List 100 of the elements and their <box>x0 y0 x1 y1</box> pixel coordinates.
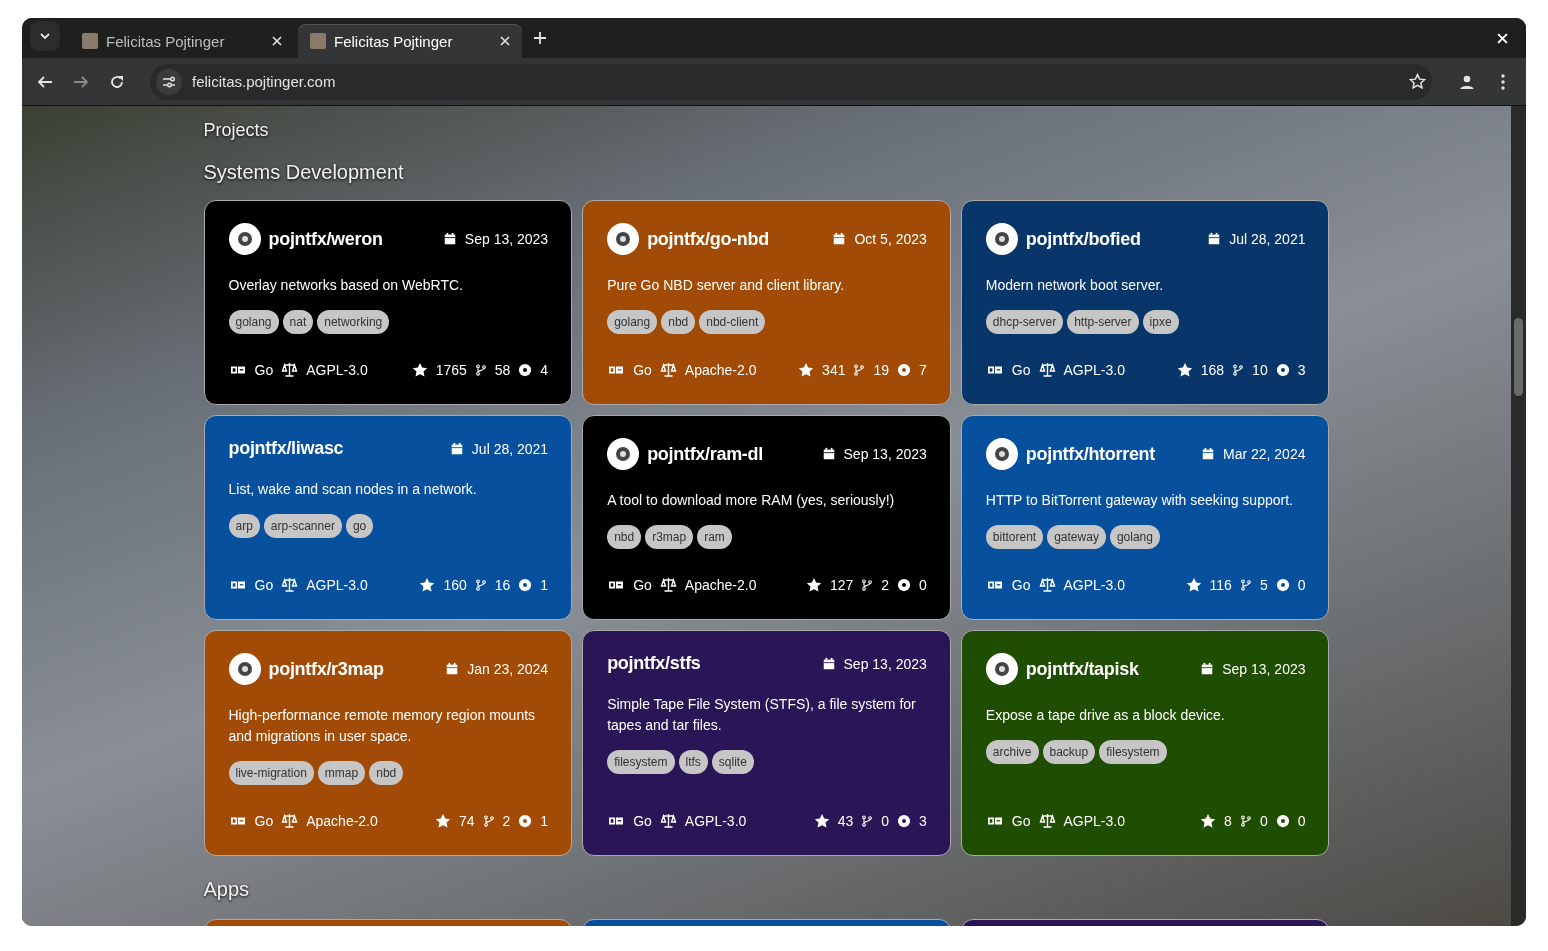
project-title-link[interactable]: pojntfx/go-nbd <box>647 228 825 250</box>
issue-icon <box>518 814 533 828</box>
topic-tag[interactable]: nbd <box>369 761 404 785</box>
project-license: Apache-2.0 <box>684 362 757 378</box>
star-icon <box>419 577 436 593</box>
topic-tag[interactable]: r3map <box>645 525 694 549</box>
topic-tag[interactable]: networking <box>317 310 390 334</box>
topic-tag[interactable]: sqlite <box>711 750 754 774</box>
browser-tab[interactable]: Felicitas Pojtinger <box>298 24 522 58</box>
project-title-link[interactable]: pojntfx/htorrent <box>1025 443 1193 465</box>
project-title-link[interactable]: pojntfx/bofied <box>1025 228 1200 250</box>
fork-count: 5 <box>1259 577 1268 593</box>
topic-tag[interactable]: filesystem <box>607 750 675 774</box>
project-description: HTTP to BitTorrent gateway with seeking support. <box>985 491 1294 510</box>
project-card[interactable]: pojntfx/weron Sep 13, 2023 Overlay networks based on WebRTC. golang nat networking Go AGPL-3.0 1765 58 4 <box>203 200 573 405</box>
topic-tag[interactable]: nbd <box>661 310 696 334</box>
project-card[interactable]: pojntfx/ram-dl Sep 13, 2023 A tool to download more RAM (yes, seriously!) nbd r3map ram Go Apache-2.0 127 2 0 <box>582 415 951 620</box>
fork-icon <box>853 362 866 378</box>
issue-count: 3 <box>1297 362 1306 378</box>
project-date: Mar 22, 2024 <box>1223 446 1306 462</box>
topic-tag[interactable]: filesystem <box>1099 740 1167 764</box>
topic-tag[interactable]: nat <box>282 310 314 334</box>
project-description: Pure Go NBD server and client library. <box>607 276 846 295</box>
project-title-link[interactable]: pojntfx/stfs <box>607 653 814 674</box>
issue-icon <box>1275 814 1290 828</box>
close-icon[interactable] <box>272 36 282 46</box>
menu-icon <box>1501 73 1505 90</box>
star-icon <box>411 362 428 378</box>
topic-tag[interactable]: http-server <box>1067 310 1139 334</box>
project-title-link[interactable]: pojntfx/liwasc <box>228 438 442 459</box>
topic-tag[interactable]: golang <box>228 310 279 334</box>
issue-count: 0 <box>1297 577 1306 593</box>
scale-icon <box>659 577 677 593</box>
topic-tag[interactable]: gateway <box>1047 525 1106 549</box>
project-title-link[interactable]: pojntfx/tapisk <box>1025 658 1193 680</box>
topic-tag[interactable]: ipxe <box>1142 310 1179 334</box>
topic-tag[interactable]: ltfs <box>678 750 708 774</box>
star-icon <box>1185 577 1202 593</box>
topic-tag[interactable]: go <box>345 514 374 538</box>
calendar-icon <box>1200 662 1215 676</box>
back-arrow-icon <box>37 73 53 90</box>
project-card[interactable]: pojntfx/tapisk Sep 13, 2023 Expose a tape drive as a block device. archive backup filesystem Go AGPL-3.0 8 0 0 <box>960 630 1330 856</box>
tab-search-button[interactable] <box>30 20 60 51</box>
fork-icon <box>1239 813 1252 829</box>
project-title-link[interactable]: pojntfx/ram-dl <box>647 443 814 465</box>
site-settings-icon[interactable] <box>156 68 182 95</box>
issue-count: 1 <box>540 813 549 829</box>
topic-tag[interactable]: golang <box>607 310 658 334</box>
fork-count: 58 <box>494 362 511 378</box>
project-language: Go <box>633 362 652 378</box>
star-count: 8 <box>1224 813 1232 829</box>
address-bar[interactable]: felicitas.pojtinger.com <box>150 63 1432 100</box>
issue-count: 3 <box>919 813 927 829</box>
issue-count: 1 <box>540 577 549 593</box>
person-icon <box>1459 73 1475 90</box>
fork-icon <box>482 813 495 829</box>
project-license: Apache-2.0 <box>684 577 757 593</box>
project-date: Oct 5, 2023 <box>854 231 927 247</box>
topic-tag[interactable]: arp-scanner <box>263 514 342 538</box>
topic-tag[interactable]: dhcp-server <box>985 310 1064 334</box>
star-count: 168 <box>1200 362 1225 378</box>
scale-icon <box>1038 362 1056 378</box>
topic-tag[interactable]: live-migration <box>228 761 314 785</box>
scale-icon <box>659 362 677 378</box>
scale-icon <box>281 813 299 829</box>
project-language: Go <box>254 362 274 378</box>
topic-tag[interactable]: backup <box>1042 740 1096 764</box>
calendar-icon <box>821 656 836 671</box>
topic-tag[interactable]: bittorent <box>985 525 1044 549</box>
project-card[interactable]: pojntfx/go-nbd Oct 5, 2023 Pure Go NBD server and client library. golang nbd nbd-client Go Apache-2.0 341 19 7 <box>582 200 951 405</box>
star-count: 341 <box>822 362 846 378</box>
topic-tag[interactable]: mmap <box>317 761 366 785</box>
close-icon[interactable] <box>500 36 510 46</box>
topic-tag[interactable]: ram <box>697 525 732 549</box>
project-license: AGPL-3.0 <box>684 813 747 829</box>
project-language: Go <box>254 813 274 829</box>
calendar-icon <box>445 662 460 676</box>
topic-tag[interactable]: nbd-client <box>699 310 766 334</box>
topic-tag[interactable]: arp <box>228 514 260 538</box>
star-count: 127 <box>829 577 854 593</box>
project-card[interactable]: pojntfx/bofied Jul 28, 2021 Modern network boot server. dhcp-server http-server ipxe Go AGPL-3.0 168 10 3 <box>960 200 1330 405</box>
star-icon <box>1200 813 1217 829</box>
project-card[interactable]: pojntfx/liwasc Jul 28, 2021 List, wake and scan nodes in a network. arp arp-scanner go Go AGPL-3.0 160 16 1 <box>203 415 573 620</box>
project-title-link[interactable]: pojntfx/r3map <box>268 658 438 680</box>
fork-icon <box>1232 362 1245 378</box>
calendar-icon <box>449 441 464 456</box>
scrollbar[interactable] <box>1511 106 1526 926</box>
topic-tag[interactable]: nbd <box>607 525 642 549</box>
project-description: Expose a tape drive as a block device. <box>985 706 1226 725</box>
topic-tag[interactable]: archive <box>985 740 1039 764</box>
project-card[interactable]: pojntfx/stfs Sep 13, 2023 Simple Tape File System (STFS), a file system for tapes and tar files. filesystem ltfs sqlite Go AGPL-3.0 43 0 3 <box>582 630 951 856</box>
project-card[interactable]: pojntfx/htorrent Mar 22, 2024 HTTP to BitTorrent gateway with seeking support. bittorent gateway golang Go AGPL-3.0 116 5 0 <box>960 415 1330 620</box>
project-card[interactable]: pojntfx/r3map Jan 23, 2024 High-performance remote memory region mounts and migrations in user space. live-migration mmap nbd Go Apache-2.0 74 2 1 <box>203 630 573 856</box>
bookmark-star-icon[interactable] <box>1409 73 1426 90</box>
issue-count: 4 <box>540 362 549 378</box>
star-icon <box>798 362 815 378</box>
project-title-link[interactable]: pojntfx/weron <box>268 228 435 250</box>
issue-icon <box>518 363 533 377</box>
scale-icon <box>281 577 299 593</box>
topic-tag[interactable]: golang <box>1109 525 1160 549</box>
